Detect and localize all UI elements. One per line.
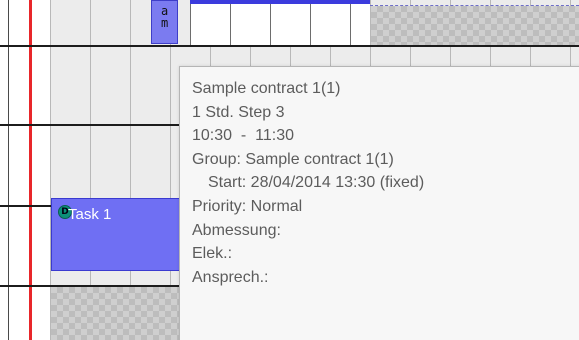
tooltip-contract: Sample contract 1(1) <box>192 80 341 97</box>
task-dashed-connector <box>370 5 579 6</box>
row-separator <box>0 124 180 126</box>
task-label: Task 1 <box>68 206 112 223</box>
tooltip-time: 10:30 - 11:30 <box>192 127 294 145</box>
row-separator <box>0 45 579 47</box>
task-bar-top-edge[interactable] <box>190 0 370 4</box>
tooltip-priority: Priority: Normal <box>192 197 303 215</box>
tooltip-abmessung: Abmessung: <box>192 221 281 239</box>
tooltip-elek: Elek.: <box>192 245 233 263</box>
non-working-time-block <box>371 6 579 46</box>
tooltip-step: 1 Std. Step 3 <box>192 103 285 121</box>
tooltip-group: Group: Sample contract 1(1) <box>192 150 394 168</box>
mini-task-label: a m <box>161 4 169 30</box>
today-marker-line <box>29 0 32 340</box>
task-bar-task-1[interactable]: D Task 1 <box>51 198 191 271</box>
column-divider <box>8 0 9 340</box>
grid-cell-lines <box>190 0 370 46</box>
tooltip-start: Start: 28/04/2014 13:30 (fixed) <box>208 174 425 192</box>
gantt-chart-area: a m D Task 1 Sample contract 1(1) 1 Std.… <box>0 0 579 340</box>
non-working-time-block <box>51 287 181 340</box>
tooltip-ansprech: Ansprech.: <box>192 268 269 286</box>
mini-task-bar[interactable]: a m <box>151 0 178 44</box>
task-tooltip: Sample contract 1(1) 1 Std. Step 3 10:30… <box>179 66 579 340</box>
